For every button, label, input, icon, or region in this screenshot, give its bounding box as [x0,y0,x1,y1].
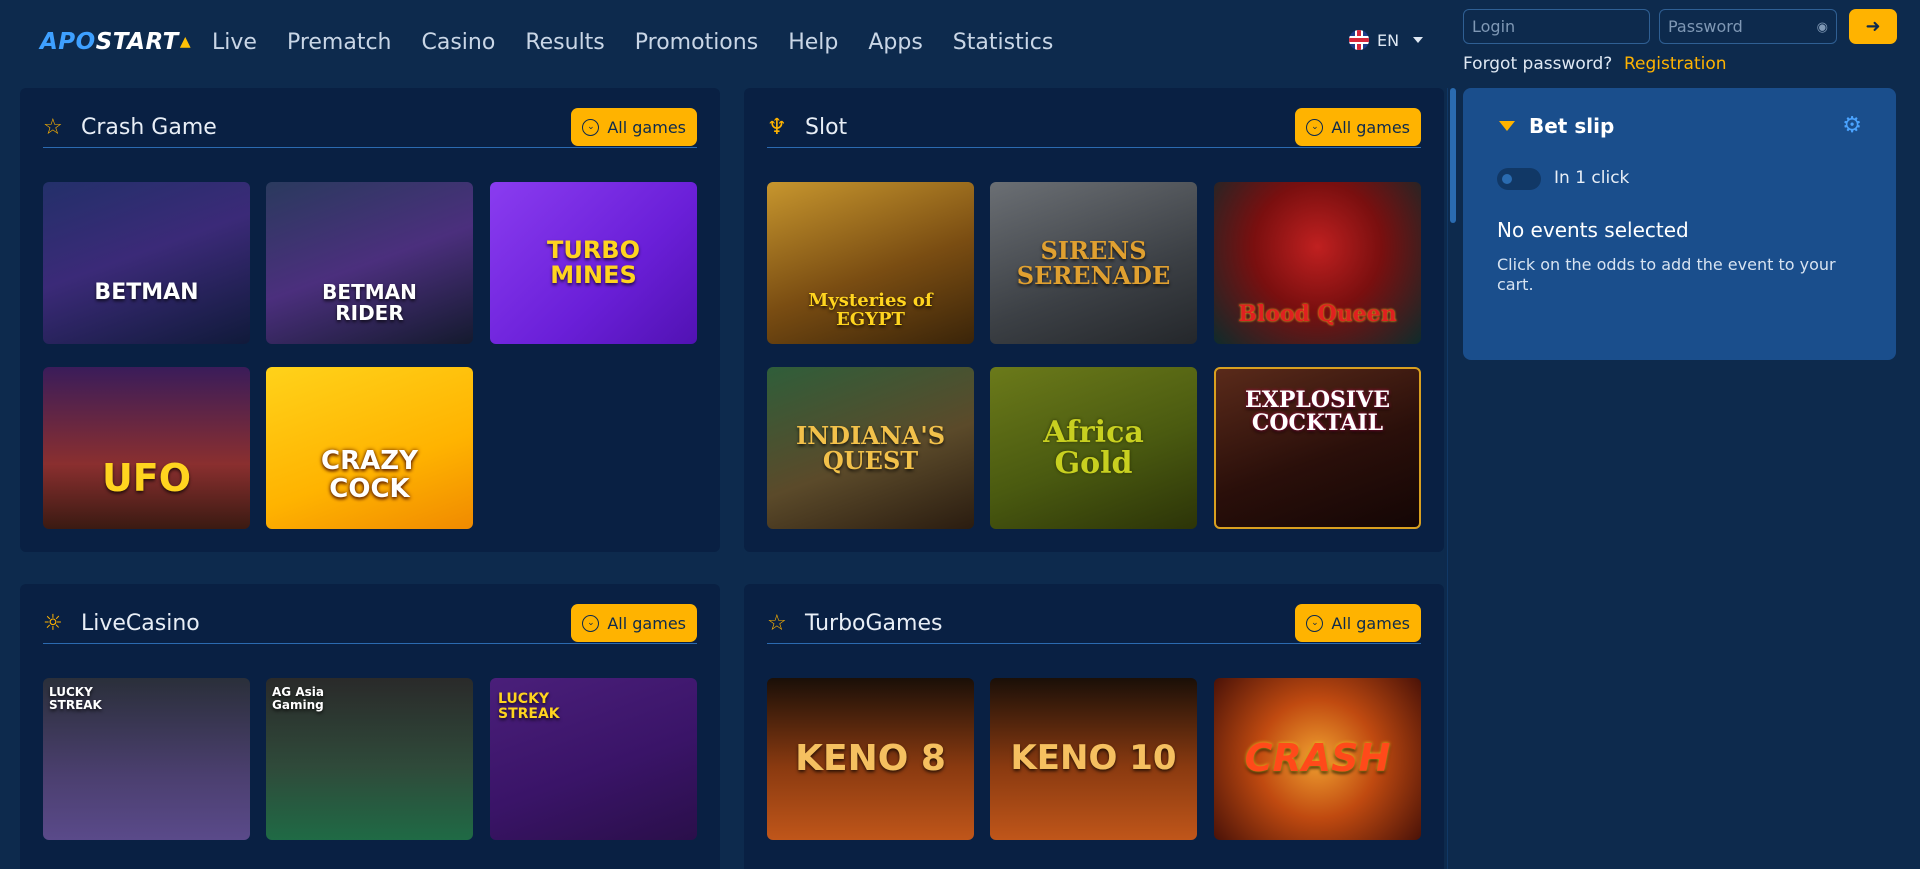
cherries-icon: ♆ [767,114,787,140]
game-title: UFO [101,456,192,501]
crash-game-section: ☆ Crash Game ⌄ All games BETMAN BETMAN R… [20,88,720,552]
section-title: TurboGames [805,611,943,636]
game-title: LUCKY STREAK [498,691,560,722]
nav-help[interactable]: Help [788,26,838,60]
game-title: Africa Gold [1043,414,1144,481]
password-placeholder: Password [1668,17,1743,36]
game-title: TURBO MINES [546,235,641,289]
chevron-down-icon [1413,37,1424,43]
star-icon: ☆ [767,610,787,636]
rocket-icon: ▲ [179,34,192,50]
main-nav: Live Prematch Casino Results Promotions … [212,26,1083,60]
bet-slip-title: Bet slip [1529,114,1615,138]
live-casino-section: ☼ LiveCasino ⌄ All games LUCKY STREAK AG… [20,584,720,869]
game-tile-asia-gaming[interactable]: AG Asia Gaming [266,678,473,840]
game-tile-lucky-streak-roulette[interactable]: LUCKY STREAK [490,678,697,840]
game-title: SIRENS SERENADE [1016,235,1171,290]
nav-prematch[interactable]: Prematch [287,26,392,60]
game-tile-keno-8[interactable]: KENO 8 [767,678,974,840]
all-games-button[interactable]: ⌄ All games [571,604,697,642]
slot-section: ♆ Slot ⌄ All games Mysteries of EGYPT SI… [744,88,1444,552]
game-title: AG Asia Gaming [272,685,324,712]
game-tile-crash[interactable]: CRASH [1214,678,1421,840]
collapse-caret-icon[interactable] [1499,121,1515,131]
game-title: CRASH [1244,736,1391,781]
section-header: ☆ TurboGames ⌄ All games [767,604,1421,644]
game-title: Blood Queen [1238,300,1397,327]
one-click-label: In 1 click [1554,168,1630,188]
all-games-label: All games [1331,613,1410,633]
nav-live[interactable]: Live [212,26,257,60]
password-input[interactable]: Password ◉ [1659,9,1837,44]
game-tile-ufo[interactable]: UFO [43,367,250,529]
all-games-label: All games [607,613,686,633]
section-header: ☼ LiveCasino ⌄ All games [43,604,697,644]
nav-statistics[interactable]: Statistics [953,26,1054,60]
game-tile-betman[interactable]: BETMAN [43,182,250,344]
nav-casino[interactable]: Casino [422,26,496,60]
section-header: ♆ Slot ⌄ All games [767,108,1421,148]
game-tile-mysteries-of-egypt[interactable]: Mysteries of EGYPT [767,182,974,344]
one-click-toggle[interactable] [1497,168,1541,190]
game-tile-explosive-cocktail[interactable]: EXPLOSIVE COCKTAIL [1214,367,1421,529]
game-tile-lucky-streak-blackjack[interactable]: LUCKY STREAK [43,678,250,840]
gear-icon[interactable]: ⚙ [1842,113,1862,138]
game-tile-indianas-quest[interactable]: INDIANA'S QUEST [767,367,974,529]
logo-text-apo: APO [40,29,96,55]
chevron-circle-icon: ⌄ [582,118,600,136]
game-title: CRAZY COCK [321,446,418,504]
language-selector[interactable]: EN [1349,30,1424,50]
nav-promotions[interactable]: Promotions [635,26,758,60]
all-games-label: All games [1331,117,1410,137]
section-title: LiveCasino [81,611,200,636]
game-tile-crazy-cock[interactable]: CRAZY COCK [266,367,473,529]
registration-link[interactable]: Registration [1624,54,1727,74]
bet-slip-panel: Bet slip ⚙ In 1 click No events selected… [1463,88,1896,360]
logo[interactable]: APO START ▲ [40,24,192,60]
all-games-label: All games [607,117,686,137]
game-tile-africa-gold[interactable]: Africa Gold [990,367,1197,529]
login-placeholder: Login [1472,17,1516,36]
uk-flag-icon [1349,30,1369,50]
game-title: KENO 10 [1010,738,1177,779]
section-title: Slot [805,115,848,140]
game-tile-keno-10[interactable]: KENO 10 [990,678,1197,840]
logo-text-start: START [95,29,179,55]
top-header: APO START ▲ Live Prematch Casino Results… [0,0,1445,88]
scrollbar-thumb[interactable] [1450,88,1456,223]
login-button[interactable]: ➜ [1849,9,1897,44]
game-title: INDIANA'S QUEST [795,420,946,475]
game-title: BETMAN [94,279,199,305]
chevron-circle-icon: ⌄ [1306,614,1324,632]
nav-apps[interactable]: Apps [868,26,922,60]
eye-icon[interactable]: ◉ [1817,20,1828,35]
star-rocket-icon: ☆ [43,114,63,140]
game-title: Mysteries of EGYPT [808,290,933,331]
sign-in-icon: ➜ [1865,16,1881,37]
all-games-button[interactable]: ⌄ All games [571,108,697,146]
game-title: EXPLOSIVE COCKTAIL [1244,387,1391,437]
chevron-circle-icon: ⌄ [1306,118,1324,136]
game-title: KENO 8 [795,738,946,780]
chip-icon: ☼ [43,610,63,636]
game-tile-turbo-mines[interactable]: TURBO MINES [490,182,697,344]
no-events-title: No events selected [1497,218,1689,242]
turbo-games-section: ☆ TurboGames ⌄ All games KENO 8 KENO 10 … [744,584,1444,869]
all-games-button[interactable]: ⌄ All games [1295,604,1421,642]
game-tile-sirens-serenade[interactable]: SIRENS SERENADE [990,182,1197,344]
game-title: BETMAN RIDER [322,280,417,325]
section-title: Crash Game [81,115,217,140]
all-games-button[interactable]: ⌄ All games [1295,108,1421,146]
game-title: LUCKY STREAK [49,685,102,712]
game-tile-blood-queen[interactable]: Blood Queen [1214,182,1421,344]
language-code: EN [1377,30,1400,50]
login-input[interactable]: Login [1463,9,1650,44]
no-events-hint: Click on the odds to add the event to yo… [1497,255,1836,294]
content-scrollbar[interactable] [1447,88,1457,869]
nav-results[interactable]: Results [525,26,604,60]
game-tile-betman-rider[interactable]: BETMAN RIDER [266,182,473,344]
chevron-circle-icon: ⌄ [582,614,600,632]
section-header: ☆ Crash Game ⌄ All games [43,108,697,148]
forgot-password-link[interactable]: Forgot password? [1463,54,1612,74]
